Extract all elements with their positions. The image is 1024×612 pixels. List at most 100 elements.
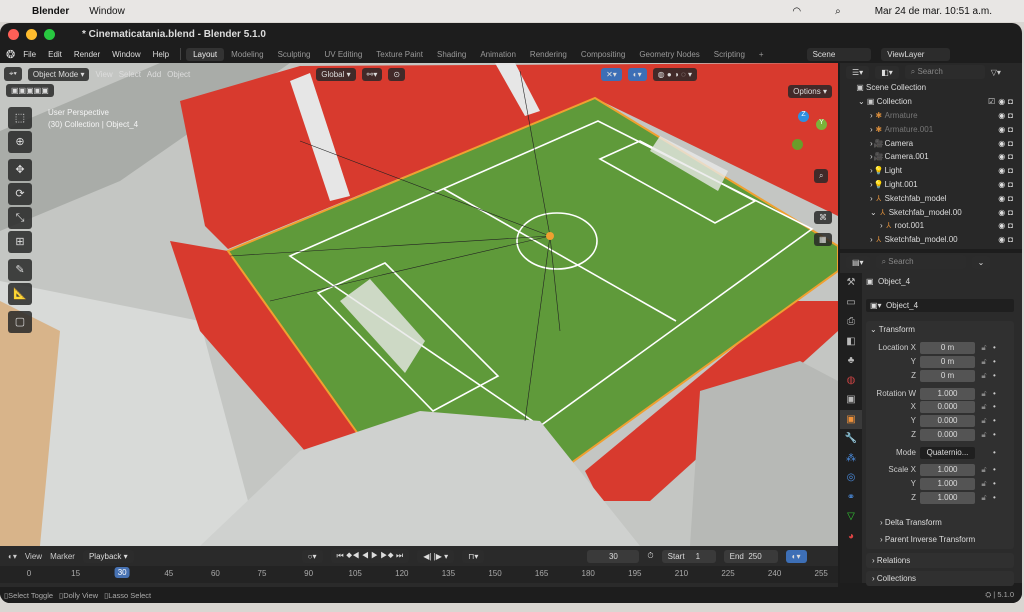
lock-icon[interactable]: 🔓︎ <box>975 343 993 353</box>
visibility-icons[interactable]: ◉◘ <box>998 221 1016 230</box>
outliner-item[interactable]: ⌄ ⅄ Sketchfab_model.00 ◉◘ <box>840 205 1022 219</box>
tab-shading[interactable]: Shading <box>430 48 473 61</box>
auto-key-button[interactable]: ⊓▾ <box>462 549 485 563</box>
outliner-item[interactable]: › ⅄ Sketchfab_model ◉◘ <box>840 191 1022 205</box>
datetime[interactable]: Mar 24 de mar. 10:51 a.m. <box>875 6 992 17</box>
menu-help[interactable]: Help <box>147 48 175 61</box>
navigation-gizmo[interactable]: Z Y <box>792 111 832 156</box>
visibility-icons[interactable]: ◉◘ <box>998 139 1016 148</box>
outliner-item[interactable]: › 💡 Light ◉◘ <box>840 164 1022 178</box>
mode-dropdown[interactable]: Quaternio... <box>920 446 975 459</box>
neg-y-axis-icon[interactable] <box>792 139 803 150</box>
transform-panel-header[interactable]: ⌄ Transform <box>866 325 1014 334</box>
property-field[interactable]: 1.000 <box>920 463 975 476</box>
menu-playback[interactable]: Playback ▾ <box>82 549 134 563</box>
keyframe-dot-icon[interactable]: • <box>993 343 996 352</box>
render-tab-icon[interactable]: ▭ <box>840 293 862 313</box>
visibility-icons[interactable]: ◉◘ <box>998 194 1016 203</box>
visibility-icons[interactable]: ◉◘ <box>998 125 1016 134</box>
zoom-view-icon[interactable]: ⌕ <box>814 169 829 183</box>
data-tab-icon[interactable]: ▽ <box>840 507 862 527</box>
visibility-icons[interactable]: ◉◘ <box>998 180 1016 189</box>
close-button[interactable] <box>8 28 19 40</box>
orientation-selector[interactable]: Global ▾ <box>316 67 356 81</box>
property-field[interactable]: 1.000 <box>920 477 975 490</box>
filter-icon[interactable]: ▽▾ <box>991 68 1001 77</box>
relations-panel[interactable]: › Relations <box>866 553 1014 568</box>
add-cube-tool[interactable]: ▢ <box>8 311 32 333</box>
keyframe-dot-icon[interactable]: • <box>993 465 996 474</box>
view-layer-tab-icon[interactable]: ◧ <box>840 332 862 352</box>
outliner-item[interactable]: › ✱ Armature.001 ◉◘ <box>840 122 1022 136</box>
visibility-icons[interactable]: ◉◘ <box>998 152 1016 161</box>
tab-layout[interactable]: Layout <box>186 47 225 61</box>
menu-add[interactable]: Add <box>147 70 161 79</box>
chevron-down-icon[interactable]: ⌄ <box>858 97 865 106</box>
keyframe-dot-icon[interactable]: • <box>993 479 996 488</box>
y-axis-icon[interactable]: Y <box>816 119 827 130</box>
search-icon[interactable]: ⌕ <box>835 6 841 17</box>
select-box-tool[interactable]: ⬚ <box>8 107 32 129</box>
keyframe-dot-icon[interactable]: • <box>993 416 996 425</box>
constraints-tab-icon[interactable]: ⚭ <box>840 488 862 508</box>
menu-select[interactable]: Select <box>119 70 141 79</box>
visibility-icons[interactable]: ☑◉◘ <box>988 97 1016 106</box>
minimize-button[interactable] <box>26 28 37 40</box>
property-field[interactable]: 0.000 <box>920 428 975 441</box>
property-field[interactable]: 0.000 <box>920 400 975 413</box>
end-frame-field[interactable]: End 250 <box>723 549 778 563</box>
options-button[interactable]: Options ▾ <box>788 85 832 98</box>
keying-button[interactable]: ○▾ <box>301 549 323 563</box>
zoom-button[interactable] <box>44 28 55 40</box>
tab-animation[interactable]: Animation <box>473 48 523 61</box>
property-field[interactable]: 0 m <box>920 341 975 354</box>
property-field[interactable]: 1.000 <box>920 387 975 400</box>
3d-viewport[interactable]: ⌖▾ Object Mode ▾ View Select Add Object … <box>0 63 838 546</box>
visibility-icons[interactable]: ◉◘ <box>998 208 1016 217</box>
scale-tool[interactable]: ⤡ <box>8 207 32 229</box>
scene-tab-icon[interactable]: ♣ <box>840 351 862 371</box>
menu-render[interactable]: Render <box>68 48 106 61</box>
collection-tab-icon[interactable]: ▣ <box>840 390 862 410</box>
menu-window[interactable]: Window <box>106 48 146 61</box>
overlays-toggle[interactable]: ◐▾ <box>627 67 647 81</box>
editor-type-button[interactable]: ◐▾ <box>8 552 17 561</box>
visibility-icons[interactable]: ◉◘ <box>998 166 1016 175</box>
playhead[interactable]: 30 <box>114 567 130 578</box>
keyframe-dot-icon[interactable]: • <box>993 402 996 411</box>
visibility-icons[interactable]: ◉◘ <box>998 235 1016 244</box>
collection-row[interactable]: ⌄ ▣ Collection ☑◉◘ <box>840 95 1022 109</box>
chevron-down-icon[interactable]: ⌄ <box>870 208 877 217</box>
lock-icon[interactable]: 🔓︎ <box>975 479 993 489</box>
property-field[interactable]: 0.000 <box>920 414 975 427</box>
keyframe-dot-icon[interactable]: • <box>993 448 996 457</box>
select-mode-buttons[interactable]: ▣▣▣▣▣ <box>6 84 54 97</box>
mode-selector[interactable]: Object Mode ▾ <box>27 67 90 81</box>
move-tool[interactable]: ✥ <box>8 159 32 181</box>
current-frame-field[interactable]: 30 <box>587 549 640 563</box>
editor-type-button[interactable]: ⌖▾ <box>4 67 22 81</box>
modifier-tab-icon[interactable]: 🔧 <box>840 429 862 449</box>
tab-modeling[interactable]: Modeling <box>224 48 270 61</box>
stopwatch-icon[interactable]: ⏱ <box>647 551 653 561</box>
editor-type-button[interactable]: ▤▾ <box>846 255 870 269</box>
object-tab-icon[interactable]: ▣ <box>840 409 862 429</box>
shading-buttons[interactable]: ◍ ● ◑ ◌ ▾ <box>652 67 697 81</box>
tab-compositing[interactable]: Compositing <box>574 48 632 61</box>
measure-tool[interactable]: 📐 <box>8 283 32 305</box>
delta-transform-subpanel[interactable]: › Delta Transform <box>866 518 1014 527</box>
cursor-tool[interactable]: ⊕ <box>8 131 32 153</box>
transform-tool[interactable]: ⊞ <box>8 231 32 253</box>
lock-icon[interactable]: 🔓︎ <box>975 389 993 399</box>
lock-icon[interactable]: 🔓︎ <box>975 402 993 412</box>
tab-geometry-nodes[interactable]: Geometry Nodes <box>632 48 706 61</box>
tool-tab-icon[interactable]: ⚒ <box>840 273 862 293</box>
app-menu[interactable]: Blender <box>32 6 69 17</box>
outliner-item[interactable]: › ⅄ root.001 ◉◘ <box>840 219 1022 233</box>
timeline-options-button[interactable]: ◐▾ <box>785 549 807 563</box>
menu-view[interactable]: View <box>95 70 112 79</box>
keyframe-dot-icon[interactable]: • <box>993 430 996 439</box>
outliner-item[interactable]: › 💡 Light.001 ◉◘ <box>840 178 1022 192</box>
menu-file[interactable]: File <box>17 48 42 61</box>
blender-logo-icon[interactable]: ❂ <box>6 48 15 61</box>
